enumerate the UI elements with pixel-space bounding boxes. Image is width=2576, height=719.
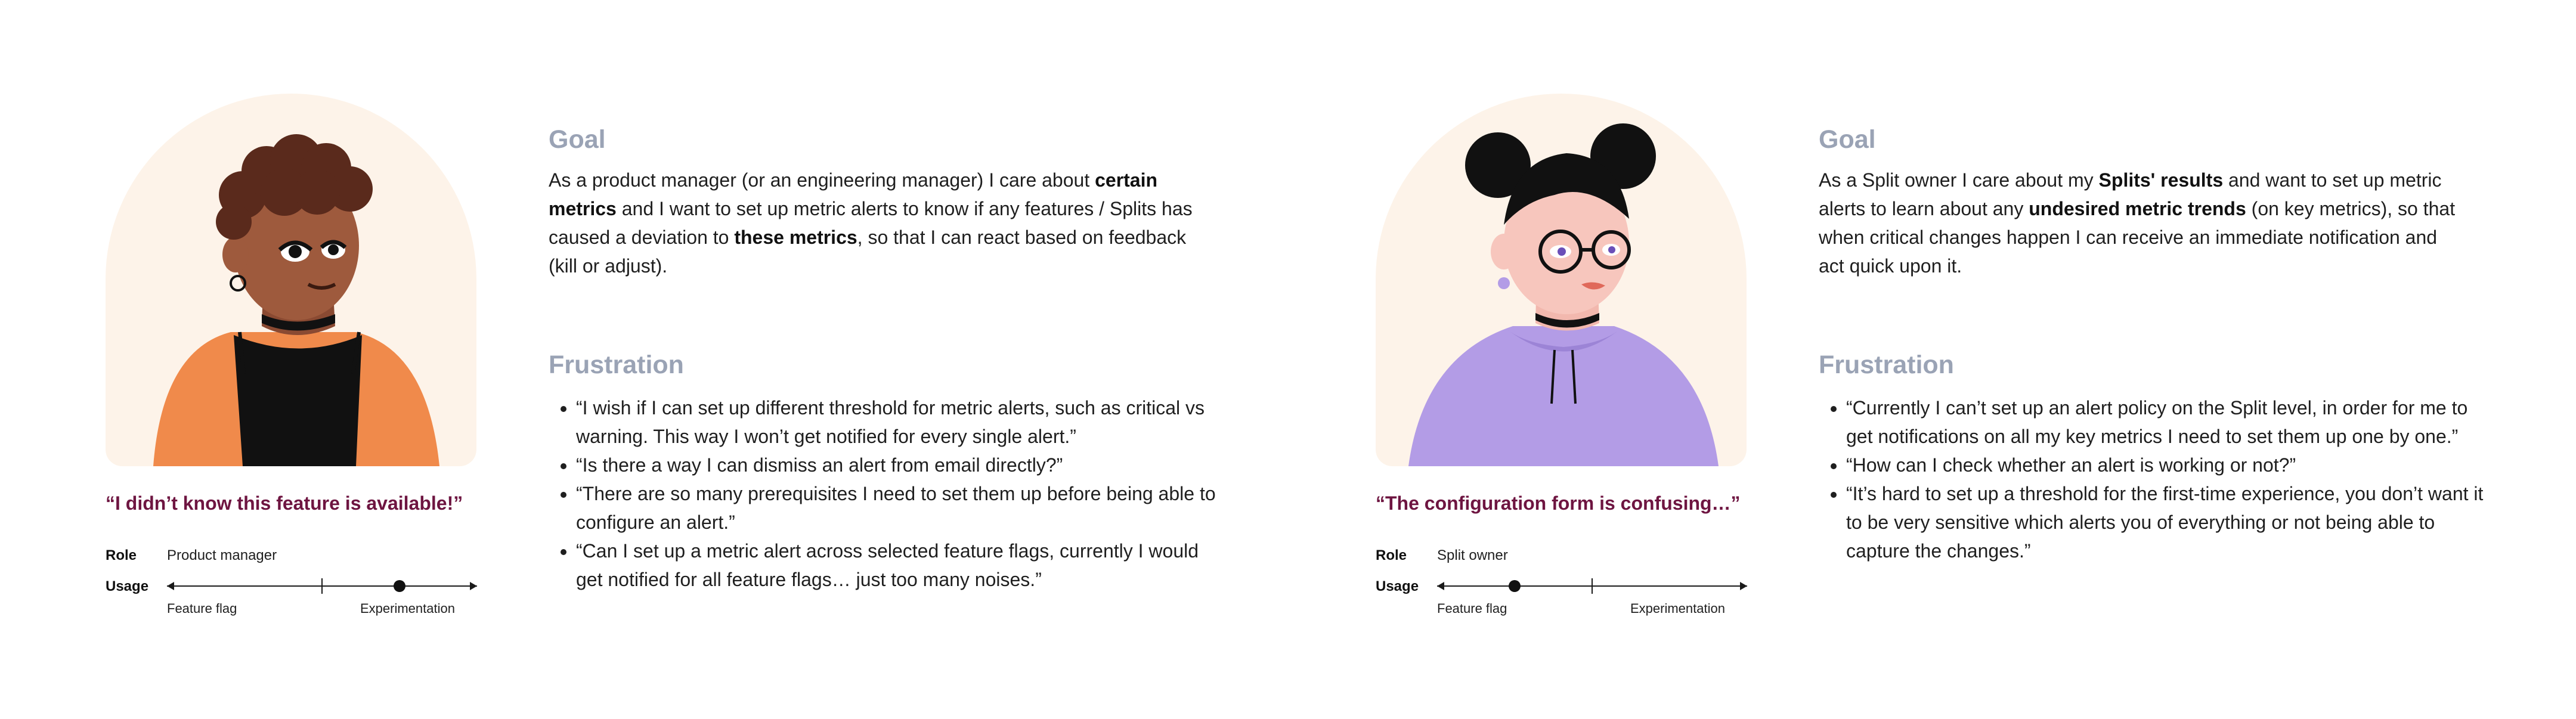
goal-heading: Goal [1819,125,1876,154]
persona-quote: “The configuration form is confusing…” [1376,492,1741,514]
usage-label: Usage [106,578,149,594]
usage-scale-midpoint [1592,578,1593,594]
persona-illustration [153,134,439,466]
role-label: Role [106,547,137,563]
persona-quote: “I didn’t know this feature is available… [106,492,463,514]
frustration-item: “I wish if I can set up different thresh… [576,393,1226,451]
avatar [106,94,476,466]
frustration-item: “Is there a way I can dismiss an alert f… [576,451,1226,479]
usage-label: Usage [1376,578,1419,594]
usage-scale [167,577,477,595]
usage-scale-left-label: Feature flag [1437,601,1507,616]
role-value: Split owner [1437,547,1508,563]
frustration-item: “Currently I can’t set up an alert polic… [1846,393,2496,451]
role-value: Product manager [167,547,277,563]
arrow-left-icon [1437,582,1444,590]
usage-scale-right-label: Experimentation [360,601,455,616]
usage-scale-right-label: Experimentation [1630,601,1725,616]
goal-text-emphasis: these metrics [734,227,857,248]
goal-text-part: As a product manager (or an engineering … [549,169,1095,191]
usage-scale-marker [394,580,405,592]
goal-heading: Goal [549,125,606,154]
persona-illustration [1408,123,1719,466]
frustration-item: “How can I check whether an alert is wor… [1846,451,2496,479]
persona-card-product-manager: “I didn’t know this feature is available… [0,0,1216,719]
frustration-heading: Frustration [1819,351,1954,379]
frustration-list: “Currently I can’t set up an alert polic… [1819,393,2496,565]
goal-text-emphasis: Splits' results [2098,169,2224,191]
usage-scale-left-label: Feature flag [167,601,237,616]
frustration-item: “Can I set up a metric alert across sele… [576,537,1226,594]
arrow-right-icon [1740,582,1747,590]
goal-text-emphasis: undesired metric trends [2029,198,2246,219]
frustration-item: “There are so many prerequisites I need … [576,479,1226,537]
usage-scale-marker [1509,580,1521,592]
avatar [1376,94,1747,466]
frustration-item: “It’s hard to set up a threshold for the… [1846,479,2496,565]
goal-text: As a Split owner I care about my Splits'… [1819,166,2463,280]
frustration-list: “I wish if I can set up different thresh… [549,393,1226,594]
frustration-heading: Frustration [549,351,684,379]
usage-scale [1437,577,1747,595]
persona-card-split-owner: “The configuration form is confusing…” R… [1270,0,2483,719]
goal-text: As a product manager (or an engineering … [549,166,1193,280]
arrow-right-icon [470,582,477,590]
goal-text-part: As a Split owner I care about my [1819,169,2099,191]
usage-scale-midpoint [321,578,323,594]
role-label: Role [1376,547,1407,563]
arrow-left-icon [167,582,174,590]
